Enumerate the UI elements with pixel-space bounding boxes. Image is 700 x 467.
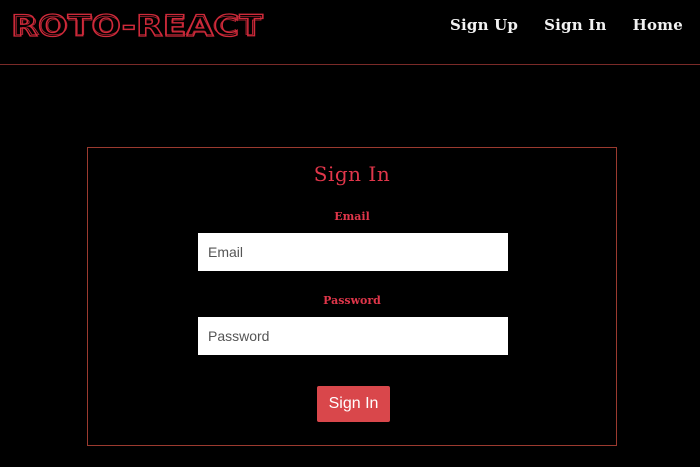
nav-links: Sign Up Sign In Home [450,16,683,34]
sign-in-card: Sign In Email Password Sign In [87,147,617,446]
nav-sign-up-link[interactable]: Sign Up [450,16,518,34]
nav-home-link[interactable]: Home [633,16,683,34]
svg-text:ROTO-REACT: ROTO-REACT [13,12,261,41]
nav-sign-in-link[interactable]: Sign In [544,16,606,34]
sign-in-button[interactable]: Sign In [317,386,390,422]
password-input[interactable] [198,317,508,355]
navbar: ROTO-REACT ROTO-REACT Sign Up Sign In Ho… [0,0,700,65]
logo[interactable]: ROTO-REACT ROTO-REACT [10,10,266,40]
form-title: Sign In [313,162,391,186]
email-label: Email [334,210,370,223]
password-label: Password [323,294,381,307]
email-input[interactable] [198,233,508,271]
